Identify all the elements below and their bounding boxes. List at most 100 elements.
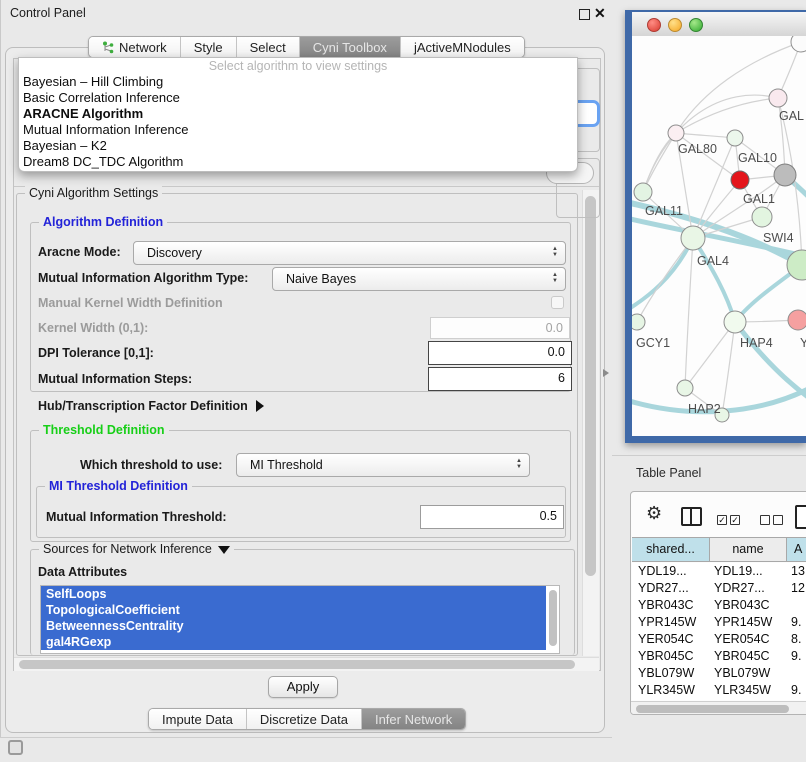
- table-row[interactable]: YDR27... YDR27... 12: [632, 580, 806, 597]
- collapse-arrow-icon[interactable]: [218, 546, 230, 554]
- table-panel-divider: [612, 455, 806, 456]
- attribute-items: SelfLoops TopologicalCoefficient Between…: [41, 586, 559, 650]
- network-node[interactable]: [752, 207, 772, 227]
- settings-horizontal-scrollbar-thumb[interactable]: [19, 660, 575, 669]
- network-edge[interactable]: [693, 238, 735, 322]
- algorithm-option[interactable]: Bayesian – Hill Climbing: [19, 74, 577, 90]
- table-horizontal-scrollbar-thumb[interactable]: [636, 705, 789, 713]
- expand-arrow-icon[interactable]: [256, 400, 264, 412]
- table-row[interactable]: YBR043C YBR043C: [632, 597, 806, 614]
- network-node[interactable]: [632, 314, 645, 330]
- splitter-expand-arrow[interactable]: [603, 369, 609, 377]
- manual-kernel-width-checkbox[interactable]: [551, 296, 564, 309]
- table-row[interactable]: YDL19... YDL19... 13: [632, 563, 806, 580]
- select-all-checkbox-icon[interactable]: ✓: [717, 515, 727, 525]
- data-attributes-list[interactable]: SelfLoops TopologicalCoefficient Between…: [40, 585, 560, 654]
- settings-group-title: Cyni Algorithm Settings: [25, 186, 162, 200]
- network-view[interactable]: GALGAL80GAL10GAL1GAL11SWI4GAL4GCY1HAP4YH…: [632, 36, 806, 436]
- table-row[interactable]: YPR145W YPR145W 9.: [632, 614, 806, 631]
- algorithm-option[interactable]: ARACNE Algorithm: [19, 106, 577, 122]
- network-node[interactable]: [727, 130, 743, 146]
- network-node[interactable]: [788, 310, 806, 330]
- which-threshold-combobox[interactable]: MI Threshold ▲▼: [236, 453, 530, 477]
- attribute-list-item[interactable]: SelfLoops: [41, 586, 546, 602]
- network-edge[interactable]: [676, 98, 778, 133]
- column-header-name[interactable]: name: [710, 538, 787, 561]
- apply-button[interactable]: Apply: [268, 676, 338, 698]
- network-edge[interactable]: [735, 322, 806, 404]
- network-node[interactable]: [724, 311, 746, 333]
- column-header-clipped[interactable]: A: [787, 538, 806, 561]
- mi-algorithm-type-combobox[interactable]: Naive Bayes ▲▼: [272, 267, 566, 291]
- network-edge[interactable]: [632, 238, 693, 312]
- network-tab-icon: [102, 41, 114, 54]
- table-horizontal-scrollbar[interactable]: [631, 701, 806, 715]
- network-node[interactable]: [681, 226, 705, 250]
- table-row[interactable]: YER054C YER054C 8.: [632, 631, 806, 648]
- zoom-window-icon[interactable]: [689, 18, 703, 32]
- network-canvas[interactable]: GALGAL80GAL10GAL1GAL11SWI4GAL4GCY1HAP4YH…: [632, 36, 806, 436]
- network-node-label: Y: [800, 336, 806, 350]
- aracne-mode-combobox[interactable]: Discovery ▲▼: [133, 241, 566, 265]
- column-header-shared-name[interactable]: shared...: [632, 538, 710, 561]
- algorithm-option-list: Bayesian – Hill Climbing Basic Correlati…: [19, 74, 577, 170]
- network-node[interactable]: [677, 380, 693, 396]
- settings-vertical-scrollbar-thumb[interactable]: [585, 196, 596, 576]
- algorithm-option[interactable]: Basic Correlation Inference: [19, 90, 577, 106]
- dpi-tolerance-field[interactable]: 0.0: [428, 341, 572, 365]
- tab-network[interactable]: Network: [89, 37, 180, 57]
- network-node[interactable]: [774, 164, 796, 186]
- network-node-label: HAP4: [740, 336, 773, 350]
- algorithm-option[interactable]: Mutual Information Inference: [19, 122, 577, 138]
- function-builder-icon[interactable]: [795, 505, 806, 529]
- network-node-label: GAL80: [678, 142, 717, 156]
- network-node[interactable]: [731, 171, 749, 189]
- control-panel-title: Control Panel: [10, 6, 86, 20]
- network-node[interactable]: [769, 89, 787, 107]
- tab-select[interactable]: Select: [236, 37, 299, 57]
- kernel-width-field[interactable]: 0.0: [430, 317, 570, 339]
- table-row[interactable]: YLR345W YLR345W 9.: [632, 682, 806, 699]
- list-scrollbar-thumb[interactable]: [549, 590, 557, 646]
- manual-kernel-width-label: Manual Kernel Width Definition: [38, 296, 223, 310]
- minimized-panel-icon[interactable]: [8, 740, 23, 755]
- network-edge[interactable]: [676, 133, 735, 138]
- hub-definition-toggle[interactable]: Hub/Transcription Factor Definition: [38, 399, 264, 413]
- select-all-checkbox-icon[interactable]: ✓: [730, 515, 740, 525]
- tab-infer-network[interactable]: Infer Network: [361, 709, 465, 729]
- network-edge[interactable]: [643, 133, 676, 192]
- list-scrollbar[interactable]: [548, 588, 558, 650]
- close-window-icon[interactable]: [647, 18, 661, 32]
- network-node[interactable]: [791, 36, 806, 52]
- columns-icon[interactable]: [681, 507, 702, 526]
- panel-divider: [0, 737, 612, 738]
- float-panel-icon[interactable]: [579, 9, 590, 20]
- tab-jactivemnodules[interactable]: jActiveMNodules: [400, 37, 524, 57]
- threshold-definition-title: Threshold Definition: [39, 423, 169, 437]
- tab-discretize-data[interactable]: Discretize Data: [246, 709, 361, 729]
- network-node[interactable]: [634, 183, 652, 201]
- attribute-list-item[interactable]: TopologicalCoefficient: [41, 602, 546, 618]
- tab-impute-data[interactable]: Impute Data: [149, 709, 246, 729]
- deselect-all-checkbox-icon[interactable]: [773, 515, 783, 525]
- minimize-window-icon[interactable]: [668, 18, 682, 32]
- table-row[interactable]: YIL052C YIL052C 9.: [632, 699, 806, 700]
- tab-cyni-toolbox[interactable]: Cyni Toolbox: [299, 37, 400, 57]
- attribute-list-item[interactable]: BetweennessCentrality: [41, 618, 546, 634]
- algorithm-option[interactable]: Bayesian – K2: [19, 138, 577, 154]
- mi-threshold-field[interactable]: 0.5: [420, 505, 564, 529]
- gear-icon[interactable]: ⚙: [646, 504, 662, 522]
- mi-steps-field[interactable]: 6: [428, 367, 572, 391]
- network-node[interactable]: [668, 125, 684, 141]
- network-window[interactable]: GALGAL80GAL10GAL1GAL11SWI4GAL4GCY1HAP4YH…: [625, 10, 806, 443]
- table-row[interactable]: YBL079W YBL079W: [632, 665, 806, 682]
- network-edge[interactable]: [685, 238, 693, 388]
- close-panel-icon[interactable]: ✕: [594, 5, 606, 22]
- algorithm-option[interactable]: Dream8 DC_TDC Algorithm: [19, 154, 577, 170]
- attribute-list-item[interactable]: gal4RGexp: [41, 634, 546, 650]
- deselect-all-checkbox-icon[interactable]: [760, 515, 770, 525]
- sources-title[interactable]: Sources for Network Inference: [39, 542, 234, 556]
- tab-style[interactable]: Style: [180, 37, 236, 57]
- network-node-label: GAL11: [645, 204, 683, 218]
- table-row[interactable]: YBR045C YBR045C 9.: [632, 648, 806, 665]
